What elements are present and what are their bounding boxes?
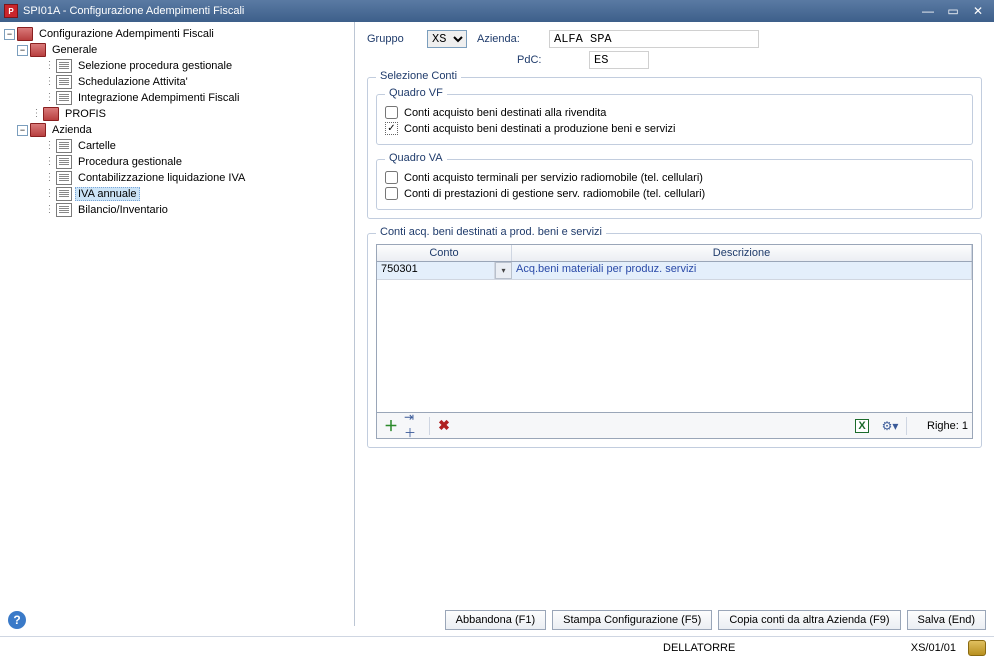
tree-label: IVA annuale bbox=[75, 187, 140, 201]
tree-item[interactable]: ⋮Contabilizzazione liquidazione IVA bbox=[2, 170, 352, 186]
export-excel-button[interactable]: X bbox=[852, 416, 872, 436]
abbandona-button[interactable]: Abbandona (F1) bbox=[445, 610, 547, 630]
dropdown-icon[interactable]: ▾ bbox=[495, 262, 512, 279]
cell-conto[interactable]: 750301 bbox=[377, 262, 495, 279]
document-icon bbox=[56, 203, 72, 217]
vf-opt2-checkbox[interactable]: ✓ bbox=[385, 122, 398, 135]
tree-item[interactable]: ⋮Cartelle bbox=[2, 138, 352, 154]
row-count-label: Righe: 1 bbox=[927, 420, 968, 432]
pdc-input[interactable] bbox=[589, 51, 649, 69]
document-icon bbox=[56, 155, 72, 169]
status-user: DELLATORRE bbox=[363, 642, 866, 654]
group-legend: Selezione Conti bbox=[376, 70, 461, 82]
help-icon[interactable]: ? bbox=[8, 611, 26, 629]
tree-item[interactable]: ⋮Schedulazione Attivita' bbox=[2, 74, 352, 90]
tree-item-iva-annuale[interactable]: ⋮IVA annuale bbox=[2, 186, 352, 202]
tree-label: Selezione procedura gestionale bbox=[75, 60, 235, 72]
folder-icon bbox=[30, 123, 46, 137]
quadro-vf-group: Quadro VF Conti acquisto beni destinati … bbox=[376, 94, 973, 145]
group-legend: Quadro VA bbox=[385, 152, 447, 164]
stampa-button[interactable]: Stampa Configurazione (F5) bbox=[552, 610, 712, 630]
minimize-button[interactable]: — bbox=[916, 3, 940, 19]
pdc-label: PdC: bbox=[517, 54, 589, 66]
gruppo-label: Gruppo bbox=[367, 33, 427, 45]
collapse-icon[interactable]: − bbox=[4, 29, 15, 40]
maximize-button[interactable]: ▭ bbox=[941, 3, 965, 19]
gruppo-select[interactable]: XS bbox=[427, 30, 467, 48]
table-row[interactable]: 750301 ▾ Acq.beni materiali per produz. … bbox=[377, 262, 972, 280]
grid-header: Conto Descrizione bbox=[377, 245, 972, 262]
statusbar: DELLATORRE XS/01/01 bbox=[0, 636, 994, 658]
document-icon bbox=[56, 75, 72, 89]
tree-label: Bilancio/Inventario bbox=[75, 204, 171, 216]
tree-azienda[interactable]: − Azienda bbox=[2, 122, 352, 138]
tree-item[interactable]: ⋮Integrazione Adempimenti Fiscali bbox=[2, 90, 352, 106]
tree-profis[interactable]: ⋮PROFIS bbox=[2, 106, 352, 122]
content-panel: Gruppo XS Azienda: PdC: Selezione Conti … bbox=[355, 22, 994, 626]
folder-icon bbox=[17, 27, 33, 41]
conti-table-group: Conti acq. beni destinati a prod. beni e… bbox=[367, 233, 982, 448]
tree-panel: − Configurazione Adempimenti Fiscali − G… bbox=[0, 22, 355, 626]
checkbox-label: Conti acquisto beni destinati alla riven… bbox=[404, 107, 606, 119]
checkbox-label: Conti acquisto beni destinati a produzio… bbox=[404, 123, 676, 135]
app-icon: P bbox=[4, 4, 18, 18]
tree-label: Generale bbox=[49, 44, 100, 56]
grid-body: 750301 ▾ Acq.beni materiali per produz. … bbox=[377, 262, 972, 412]
separator bbox=[429, 417, 430, 435]
delete-row-button[interactable]: ✖ bbox=[434, 416, 454, 436]
collapse-icon[interactable]: − bbox=[17, 45, 28, 56]
titlebar: P SPI01A - Configurazione Adempimenti Fi… bbox=[0, 0, 994, 22]
bottom-bar: ? Abbandona (F1) Stampa Configurazione (… bbox=[0, 604, 994, 636]
tree-root[interactable]: − Configurazione Adempimenti Fiscali bbox=[2, 26, 352, 42]
window-title: SPI01A - Configurazione Adempimenti Fisc… bbox=[23, 5, 916, 17]
selezione-conti-group: Selezione Conti Quadro VF Conti acquisto… bbox=[367, 77, 982, 219]
col-conto[interactable]: Conto bbox=[377, 245, 512, 261]
tree-root-label: Configurazione Adempimenti Fiscali bbox=[36, 28, 217, 40]
tree-label: Cartelle bbox=[75, 140, 119, 152]
va-opt1-checkbox[interactable] bbox=[385, 171, 398, 184]
conti-grid: Conto Descrizione 750301 ▾ Acq.beni mate… bbox=[376, 244, 973, 439]
tree-generale[interactable]: − Generale bbox=[2, 42, 352, 58]
checkbox-label: Conti acquisto terminali per servizio ra… bbox=[404, 172, 703, 184]
salva-button[interactable]: Salva (End) bbox=[907, 610, 986, 630]
separator bbox=[906, 417, 907, 435]
checkbox-label: Conti di prestazioni di gestione serv. r… bbox=[404, 188, 705, 200]
tree-label: Procedura gestionale bbox=[75, 156, 185, 168]
document-icon bbox=[56, 139, 72, 153]
collapse-icon[interactable]: − bbox=[17, 125, 28, 136]
close-button[interactable]: ✕ bbox=[966, 3, 990, 19]
azienda-label: Azienda: bbox=[477, 33, 549, 45]
va-opt2-checkbox[interactable] bbox=[385, 187, 398, 200]
tree-label: Contabilizzazione liquidazione IVA bbox=[75, 172, 248, 184]
tree-label: Azienda bbox=[49, 124, 95, 136]
grid-options-button[interactable]: ⚙▾ bbox=[880, 416, 900, 436]
tree-label: Schedulazione Attivita' bbox=[75, 76, 191, 88]
azienda-input[interactable] bbox=[549, 30, 759, 48]
document-icon bbox=[56, 171, 72, 185]
folder-icon bbox=[43, 107, 59, 121]
insert-row-button[interactable]: ⇥＋ bbox=[403, 416, 423, 436]
col-descrizione[interactable]: Descrizione bbox=[512, 245, 972, 261]
tree-label: Integrazione Adempimenti Fiscali bbox=[75, 92, 242, 104]
document-icon bbox=[56, 59, 72, 73]
vf-opt1-checkbox[interactable] bbox=[385, 106, 398, 119]
tree-item[interactable]: ⋮Procedura gestionale bbox=[2, 154, 352, 170]
tree-label: PROFIS bbox=[62, 108, 109, 120]
group-legend: Conti acq. beni destinati a prod. beni e… bbox=[376, 226, 606, 238]
excel-icon: X bbox=[855, 419, 868, 433]
status-code: XS/01/01 bbox=[866, 642, 956, 654]
copia-button[interactable]: Copia conti da altra Azienda (F9) bbox=[718, 610, 900, 630]
add-row-button[interactable]: ＋ bbox=[381, 416, 401, 436]
database-icon[interactable] bbox=[968, 640, 986, 656]
tree-item[interactable]: ⋮Selezione procedura gestionale bbox=[2, 58, 352, 74]
quadro-va-group: Quadro VA Conti acquisto terminali per s… bbox=[376, 159, 973, 210]
cell-descrizione: Acq.beni materiali per produz. servizi bbox=[512, 262, 972, 279]
grid-toolbar: ＋ ⇥＋ ✖ X ⚙▾ Righe: 1 bbox=[377, 412, 972, 438]
document-icon bbox=[56, 187, 72, 201]
document-icon bbox=[56, 91, 72, 105]
group-legend: Quadro VF bbox=[385, 87, 447, 99]
tree-item[interactable]: ⋮Bilancio/Inventario bbox=[2, 202, 352, 218]
folder-icon bbox=[30, 43, 46, 57]
